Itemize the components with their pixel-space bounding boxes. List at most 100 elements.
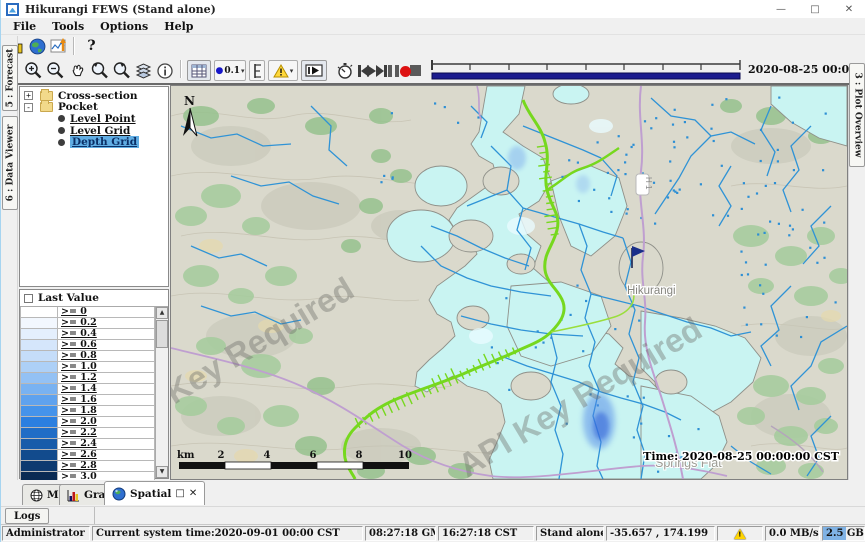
maximize-button[interactable]: □ [798,0,832,18]
window-title: Hikurangi FEWS (Stand alone) [25,3,216,16]
svg-text:6: 6 [310,450,317,461]
layer-tree-panel: + Cross-section - Pocket Level Point Lev… [19,86,169,287]
tab-maximize-icon[interactable]: □ [175,488,184,499]
timeline-datetime: 2020-08-25 00:00:00 CST [748,63,865,76]
warning-triangle-icon [734,528,746,538]
menu-options[interactable]: Options [92,19,156,34]
pan-hand-icon[interactable] [67,60,88,81]
tab-spatial[interactable]: Spatial □ ✕ [104,481,205,505]
panel-divider [94,507,95,525]
map-canvas[interactable]: API Key Required API Key Required H 1 Hi… [171,86,847,479]
legend-row: >= 1.6 [20,395,155,406]
legend-row: >= 0.4 [20,329,155,340]
legend-row: >= 0 [20,307,155,318]
svg-text:km: km [177,450,195,461]
tree-node-depth-grid[interactable]: Depth Grid [20,136,168,148]
skip-start-button[interactable] [358,65,369,77]
scrollbar-thumb[interactable] [156,320,168,348]
legend-scrollbar[interactable]: ▲ ▼ [155,307,168,478]
legend-row: >= 2.8 [20,461,155,472]
svg-text:10: 10 [398,450,412,461]
legend-row: >= 0.6 [20,340,155,351]
node-bullet-icon [58,115,65,122]
legend-row: >= 1.0 [20,362,155,373]
scroll-down-icon[interactable]: ▼ [156,466,168,478]
globe-icon [112,487,126,501]
stopwatch-icon[interactable] [334,60,355,81]
menu-tools[interactable]: Tools [44,19,92,34]
warning-threshold-dropdown[interactable]: ▾ [268,60,298,81]
dropdown-arrow-icon: ▾ [241,67,245,75]
node-bullet-icon [58,139,65,146]
legend-row: >= 2.4 [20,439,155,450]
close-button[interactable]: ✕ [832,0,865,18]
scroll-up-icon[interactable]: ▲ [156,307,168,319]
svg-text:N: N [184,94,195,108]
animation-panel-button[interactable] [301,60,327,81]
legend-table: >= 0 >= 0.2 >= 0.4 >= 0.6 >= 0.8 >= 1.0 … [20,307,155,478]
status-gmt-time: 08:27:18 GMT [365,526,436,541]
svg-text:2: 2 [218,450,225,461]
legend-row: >= 1.4 [20,384,155,395]
zoom-previous-icon[interactable] [89,60,110,81]
tab-forecast[interactable]: 5 : Forecast [2,45,18,111]
app-window: Hikurangi FEWS (Stand alone) — □ ✕ File … [0,0,865,542]
help-icon[interactable]: ? [81,36,102,56]
status-user: Administrator [2,526,90,541]
tab-close-icon[interactable]: ✕ [189,488,197,499]
svg-text:4: 4 [264,450,271,461]
svg-text:H 1: H 1 [644,177,653,190]
logs-button[interactable]: Logs [5,508,49,524]
last-value-label: Last Value [38,292,99,304]
status-local-time: 16:27:18 CST [438,526,534,541]
menu-file[interactable]: File [5,19,44,34]
tab-plot-overview[interactable]: 3 : Plot Overview [849,63,865,167]
globe-icon[interactable] [27,36,48,56]
menu-bar: File Tools Options Help [1,18,865,35]
status-transfer-rate: 0.0 MB/s [765,526,820,541]
legend-row: >= 2.0 [20,417,155,428]
skip-end-button[interactable] [376,65,387,77]
node-bullet-icon [58,127,65,134]
legend-row: >= 1.2 [20,373,155,384]
layers-icon[interactable] [133,60,154,81]
point-dot-icon: ● [215,66,223,76]
legend-row: >= 1.8 [20,406,155,417]
zoom-in-icon[interactable] [23,60,44,81]
bar-chart-icon [67,489,80,502]
tab-data-viewer[interactable]: 6 : Data Viewer [2,116,18,210]
legend-row: >= 2.6 [20,450,155,461]
legend-row: >= 2.2 [20,428,155,439]
status-warning-cell[interactable] [717,526,763,541]
record-button[interactable] [400,66,411,77]
folder-icon [40,91,53,101]
status-coordinates: -35.657 , 174.199 [606,526,715,541]
main-toolbar: ? [1,35,865,57]
last-value-checkbox[interactable] [24,294,33,303]
legend-row: >= 0.2 [20,318,155,329]
zoom-out-icon[interactable] [45,60,66,81]
logs-row: Logs [1,506,865,524]
status-system-time: Current system time:2020-09-01 00:00 CST [92,526,363,541]
tree-node-pocket[interactable]: - Pocket [20,102,168,114]
menu-help[interactable]: Help [156,19,201,34]
view-tab-strip: Map Graph Spatial □ ✕ [1,480,865,506]
wire-globe-icon [30,489,43,502]
zoom-next-icon[interactable] [111,60,132,81]
minimize-button[interactable]: — [764,0,798,18]
status-memory: 2.5 GB [822,526,865,541]
timeseries-display-icon[interactable] [49,36,70,56]
app-icon [6,3,19,16]
legend-row: >= 0.8 [20,351,155,362]
grid-display-button[interactable] [187,60,211,81]
expander-minus-icon[interactable]: - [24,103,33,112]
legend-scale-button[interactable] [249,60,265,81]
timeline-slider[interactable] [429,58,743,83]
town-label: Hikurangi [627,285,676,297]
expander-plus-icon[interactable]: + [24,91,33,100]
point-scale-dropdown[interactable]: ●0.1▾ [214,60,246,81]
tree-node-level-grid[interactable]: Level Grid [20,125,168,137]
info-icon[interactable] [154,60,175,81]
spatial-map-panel[interactable]: API Key Required API Key Required H 1 Hi… [170,85,848,480]
tree-node-level-point[interactable]: Level Point [20,113,168,125]
